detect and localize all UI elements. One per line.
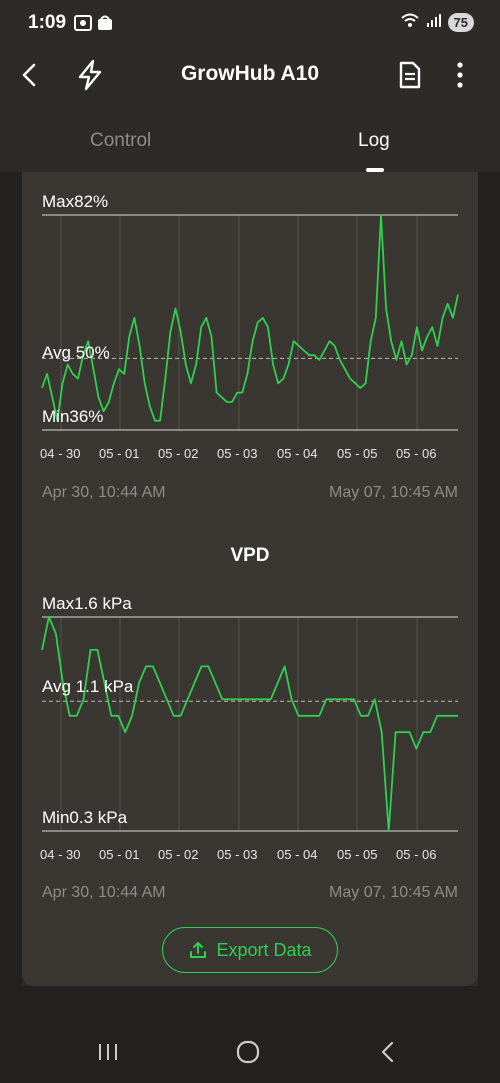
x-tick-label: 05 - 05 — [337, 847, 378, 862]
tab-bar: Control Log — [0, 118, 500, 174]
vpd-avg-label: Avg 1.1 kPa — [42, 677, 134, 696]
recent-apps-icon — [99, 1044, 117, 1060]
export-data-label: Export Data — [216, 939, 312, 960]
vpd-min-label: Min0.3 kPa — [42, 808, 128, 827]
vpd-chart: Max1.6 kPa Avg 1.1 kPa Min0.3 kPa 04 - 3… — [0, 592, 500, 912]
home-button[interactable] — [228, 1034, 268, 1070]
recent-apps-button[interactable] — [88, 1034, 128, 1070]
series-line — [41, 616, 458, 832]
x-tick-label: 05 - 01 — [99, 446, 140, 461]
humidity-avg-label: Avg 50% — [42, 343, 110, 362]
x-tick-label: 05 - 06 — [396, 446, 437, 461]
document-button[interactable] — [394, 58, 426, 92]
x-tick-label: 05 - 06 — [396, 847, 437, 862]
x-tick-label: 05 - 05 — [337, 446, 378, 461]
notification-icons — [74, 14, 118, 37]
bottom-spacer — [0, 986, 500, 1020]
wifi-icon — [400, 12, 420, 33]
system-icons: 75 — [400, 12, 474, 33]
x-tick-label: 05 - 04 — [277, 446, 318, 461]
x-tick-label: 05 - 02 — [158, 446, 199, 461]
x-tick-label: 05 - 03 — [217, 847, 258, 862]
humidity-range-start: Apr 30, 10:44 AM — [42, 484, 166, 501]
upload-icon — [190, 942, 207, 958]
export-data-button[interactable]: Export Data — [162, 927, 338, 973]
chevron-left-icon — [381, 1041, 394, 1063]
home-circle-icon — [236, 1040, 260, 1064]
status-bar: 1:09 75 — [0, 0, 500, 46]
x-tick-label: 05 - 02 — [158, 847, 199, 862]
humidity-min-label: Min36% — [42, 407, 104, 426]
tab-control[interactable]: Control — [90, 130, 151, 152]
vpd-range-start: Apr 30, 10:44 AM — [42, 884, 166, 901]
series-line — [41, 214, 459, 422]
more-options-button[interactable] — [446, 58, 474, 92]
humidity-max-label: Max82% — [42, 192, 109, 211]
humidity-chart: Max82% Avg 50% Min36% 04 - 30 05 - 01 05… — [0, 190, 500, 510]
vpd-section-title: VPD — [230, 545, 270, 566]
x-tick-label: 05 - 04 — [277, 847, 318, 862]
system-back-button[interactable] — [368, 1034, 408, 1070]
humidity-range-end: May 07, 10:45 AM — [329, 484, 458, 501]
battery-indicator: 75 — [447, 13, 474, 32]
x-tick-label: 04 - 30 — [40, 446, 81, 461]
vpd-max-label: Max1.6 kPa — [42, 594, 132, 613]
system-nav-bar — [0, 1020, 500, 1083]
x-tick-label: 05 - 03 — [217, 446, 258, 461]
vpd-range-end: May 07, 10:45 AM — [329, 884, 458, 901]
document-icon — [399, 61, 421, 89]
signal-icon — [426, 12, 442, 33]
status-time: 1:09 — [28, 12, 67, 33]
x-tick-label: 05 - 01 — [99, 847, 140, 862]
x-tick-label: 04 - 30 — [40, 847, 81, 862]
more-vertical-icon — [457, 62, 463, 88]
tab-log[interactable]: Log — [358, 130, 390, 152]
